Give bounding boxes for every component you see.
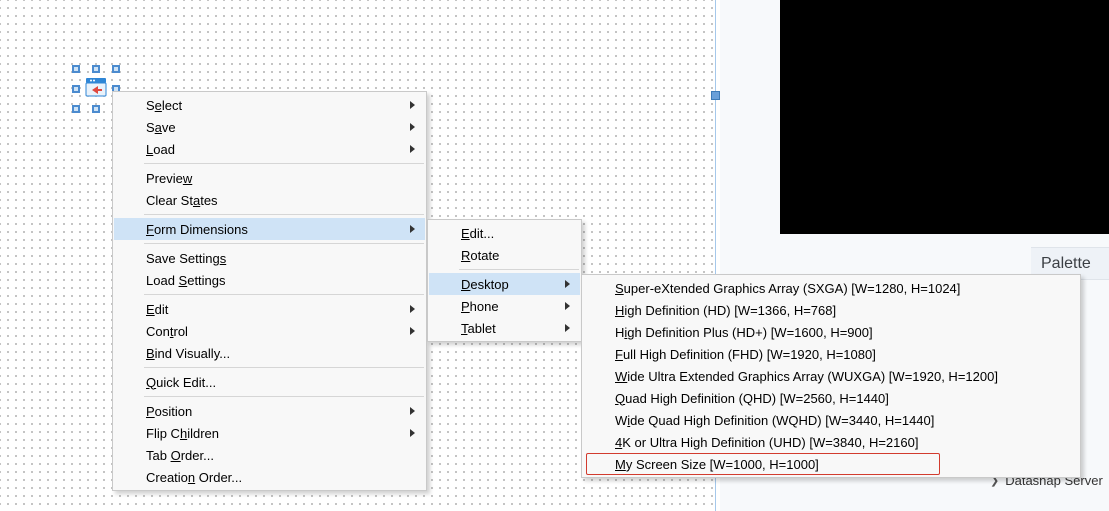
rest-request-icon bbox=[84, 75, 108, 99]
menu-creation-order[interactable]: Creation Order... bbox=[114, 466, 425, 488]
menu-label: gh Definition Plus (HD+) [W=1600, H=900] bbox=[627, 325, 872, 340]
menu-fd-rotate[interactable]: Rotate bbox=[429, 244, 580, 266]
menu-separator bbox=[144, 367, 424, 368]
resize-handle-ml[interactable] bbox=[72, 85, 80, 93]
menu-separator bbox=[144, 294, 424, 295]
menu-res-wqhd[interactable]: Wide Quad High Definition (WQHD) [W=3440… bbox=[583, 409, 1079, 431]
menu-quick-edit[interactable]: Quick Edit... bbox=[114, 371, 425, 393]
submenu-arrow-icon bbox=[410, 429, 415, 437]
menu-label: y Screen Size [W=1000, H=1000] bbox=[626, 457, 819, 472]
menu-label: de Quad High Definition (WQHD) [W=3440, … bbox=[630, 413, 934, 428]
form-dimensions-submenu: Edit... Rotate Desktop Phone Tablet bbox=[427, 219, 582, 342]
resize-handle-tl[interactable] bbox=[72, 65, 80, 73]
menu-fd-tablet[interactable]: Tablet bbox=[429, 317, 580, 339]
resize-handle-mt[interactable] bbox=[92, 65, 100, 73]
desktop-resolutions-submenu: Super-eXtended Graphics Array (SXGA) [W=… bbox=[581, 274, 1081, 478]
submenu-arrow-icon bbox=[410, 225, 415, 233]
menu-load-settings[interactable]: Load Settings bbox=[114, 269, 425, 291]
menu-separator bbox=[144, 243, 424, 244]
menu-label: ide Ultra Extended Graphics Array (WUXGA… bbox=[627, 369, 998, 384]
menu-save-settings[interactable]: Save Settings bbox=[114, 247, 425, 269]
submenu-arrow-icon bbox=[410, 101, 415, 109]
menu-separator bbox=[459, 269, 579, 270]
menu-fd-phone[interactable]: Phone bbox=[429, 295, 580, 317]
menu-res-uhd[interactable]: 4K or Ultra High Definition (UHD) [W=384… bbox=[583, 431, 1079, 453]
menu-label: uad High Definition (QHD) [W=2560, H=144… bbox=[625, 391, 889, 406]
submenu-arrow-icon bbox=[410, 305, 415, 313]
menu-edit[interactable]: Edit bbox=[114, 298, 425, 320]
menu-res-fhd[interactable]: Full High Definition (FHD) [W=1920, H=10… bbox=[583, 343, 1079, 365]
menu-tab-order[interactable]: Tab Order... bbox=[114, 444, 425, 466]
submenu-arrow-icon bbox=[565, 280, 570, 288]
palette-title: Palette bbox=[1041, 255, 1091, 273]
menu-label: K or Ultra High Definition (UHD) [W=3840… bbox=[622, 435, 918, 450]
submenu-arrow-icon bbox=[565, 324, 570, 332]
device-preview bbox=[780, 0, 1109, 234]
menu-position[interactable]: Position bbox=[114, 400, 425, 422]
submenu-arrow-icon bbox=[410, 327, 415, 335]
menu-flip-children[interactable]: Flip Children bbox=[114, 422, 425, 444]
menu-res-hdp[interactable]: High Definition Plus (HD+) [W=1600, H=90… bbox=[583, 321, 1079, 343]
menu-separator bbox=[144, 163, 424, 164]
menu-label: ull High Definition (FHD) [W=1920, H=108… bbox=[623, 347, 876, 362]
resize-handle-bl[interactable] bbox=[72, 105, 80, 113]
menu-res-mine[interactable]: My Screen Size [W=1000, H=1000] bbox=[583, 453, 1079, 475]
viewport-resize-handle[interactable] bbox=[711, 91, 720, 100]
menu-res-sxga[interactable]: Super-eXtended Graphics Array (SXGA) [W=… bbox=[583, 277, 1079, 299]
menu-load[interactable]: Load bbox=[114, 138, 425, 160]
submenu-arrow-icon bbox=[410, 123, 415, 131]
resize-handle-tr[interactable] bbox=[112, 65, 120, 73]
resize-handle-mb[interactable] bbox=[92, 105, 100, 113]
menu-save[interactable]: Save bbox=[114, 116, 425, 138]
menu-fd-edit[interactable]: Edit... bbox=[429, 222, 580, 244]
menu-fd-desktop[interactable]: Desktop bbox=[429, 273, 580, 295]
menu-res-qhd[interactable]: Quad High Definition (QHD) [W=2560, H=14… bbox=[583, 387, 1079, 409]
selected-component[interactable] bbox=[76, 69, 116, 109]
menu-label: uper-eXtended Graphics Array (SXGA) [W=1… bbox=[624, 281, 961, 296]
menu-separator bbox=[144, 214, 424, 215]
submenu-arrow-icon bbox=[410, 407, 415, 415]
menu-res-hd[interactable]: High Definition (HD) [W=1366, H=768] bbox=[583, 299, 1079, 321]
menu-label: igh Definition (HD) [W=1366, H=768] bbox=[624, 303, 836, 318]
menu-res-wuxga[interactable]: Wide Ultra Extended Graphics Array (WUXG… bbox=[583, 365, 1079, 387]
submenu-arrow-icon bbox=[565, 302, 570, 310]
menu-separator bbox=[144, 396, 424, 397]
menu-control[interactable]: Control bbox=[114, 320, 425, 342]
menu-bind-visually[interactable]: Bind Visually... bbox=[114, 342, 425, 364]
menu-select[interactable]: Select bbox=[114, 94, 425, 116]
submenu-arrow-icon bbox=[410, 145, 415, 153]
context-menu: Select Save Load Preview Clear States Fo… bbox=[112, 91, 427, 491]
menu-clear-states[interactable]: Clear States bbox=[114, 189, 425, 211]
menu-preview[interactable]: Preview bbox=[114, 167, 425, 189]
menu-form-dimensions[interactable]: Form Dimensions bbox=[114, 218, 425, 240]
